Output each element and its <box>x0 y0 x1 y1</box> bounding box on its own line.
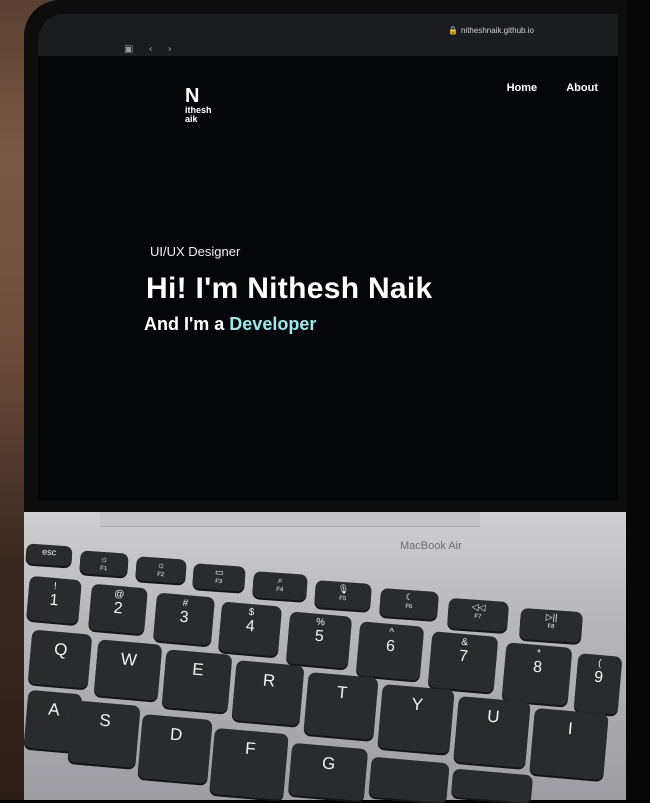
key-label: W <box>120 649 138 670</box>
key-label: D <box>169 724 184 745</box>
key-6[interactable]: ^ 6 <box>355 621 425 681</box>
key-s[interactable]: S <box>67 700 141 768</box>
key-y[interactable]: Y <box>377 683 455 755</box>
key-4[interactable]: $4 <box>217 601 283 657</box>
key-f1[interactable]: ☼ F1 <box>79 550 129 577</box>
key-f3[interactable]: ▭ F3 <box>192 563 246 592</box>
key-f[interactable]: F <box>209 727 289 801</box>
key-j[interactable] <box>450 768 534 803</box>
key-3[interactable]: #3 <box>153 592 215 646</box>
key-r[interactable]: R <box>231 660 305 726</box>
key-label: S <box>98 710 112 731</box>
key-label: G <box>321 753 337 774</box>
key-label: R <box>262 670 277 691</box>
key-1[interactable]: ! 1 <box>26 575 82 625</box>
key-esc[interactable]: esc <box>25 543 73 567</box>
key-label: T <box>336 682 349 703</box>
key-label: 2 <box>112 599 124 618</box>
key-q[interactable]: Q <box>27 629 93 689</box>
key-f2[interactable]: ☼ F2 <box>135 556 187 584</box>
key-label: F <box>244 738 257 759</box>
key-label: U <box>486 706 501 727</box>
key-label: 3 <box>178 608 190 627</box>
key-label: 1 <box>48 591 60 610</box>
key-f8[interactable]: ▷|| F8 <box>518 607 584 644</box>
key-u[interactable]: U <box>453 695 531 769</box>
key-label: E <box>191 659 205 680</box>
key-label: 9 <box>593 668 604 687</box>
key-f5[interactable]: 🎙 F5 <box>314 580 372 611</box>
key-label: Y <box>410 694 424 715</box>
key-8[interactable]: * 8 <box>501 642 573 706</box>
key-t[interactable]: T <box>303 672 379 740</box>
key-h[interactable] <box>368 756 450 803</box>
keyboard: esc ☼ F1 ☼ F2 ▭ F3 ⌕ F4 🎙 F5 ☾ F6 ◁◁ F7 ▷|| F8 !… <box>0 0 650 803</box>
key-f6[interactable]: ☾ F6 <box>379 588 439 620</box>
key-f4[interactable]: ⌕ F4 <box>252 571 308 601</box>
key-label: esc <box>41 546 57 558</box>
key-i[interactable]: I <box>529 707 609 781</box>
key-e[interactable]: E <box>161 649 233 713</box>
key-d[interactable]: D <box>137 714 213 784</box>
key-label: 4 <box>245 617 256 636</box>
key-9[interactable]: (9 <box>573 653 623 715</box>
key-label: Q <box>53 639 69 660</box>
key-label: I <box>567 718 574 739</box>
key-f7[interactable]: ◁◁ F7 <box>447 597 509 633</box>
key-7[interactable]: & 7 <box>427 631 499 693</box>
key-2[interactable]: @2 <box>88 583 148 635</box>
key-w[interactable]: W <box>93 639 163 701</box>
key-5[interactable]: % 5 <box>285 611 353 669</box>
key-g[interactable]: G <box>287 742 369 802</box>
